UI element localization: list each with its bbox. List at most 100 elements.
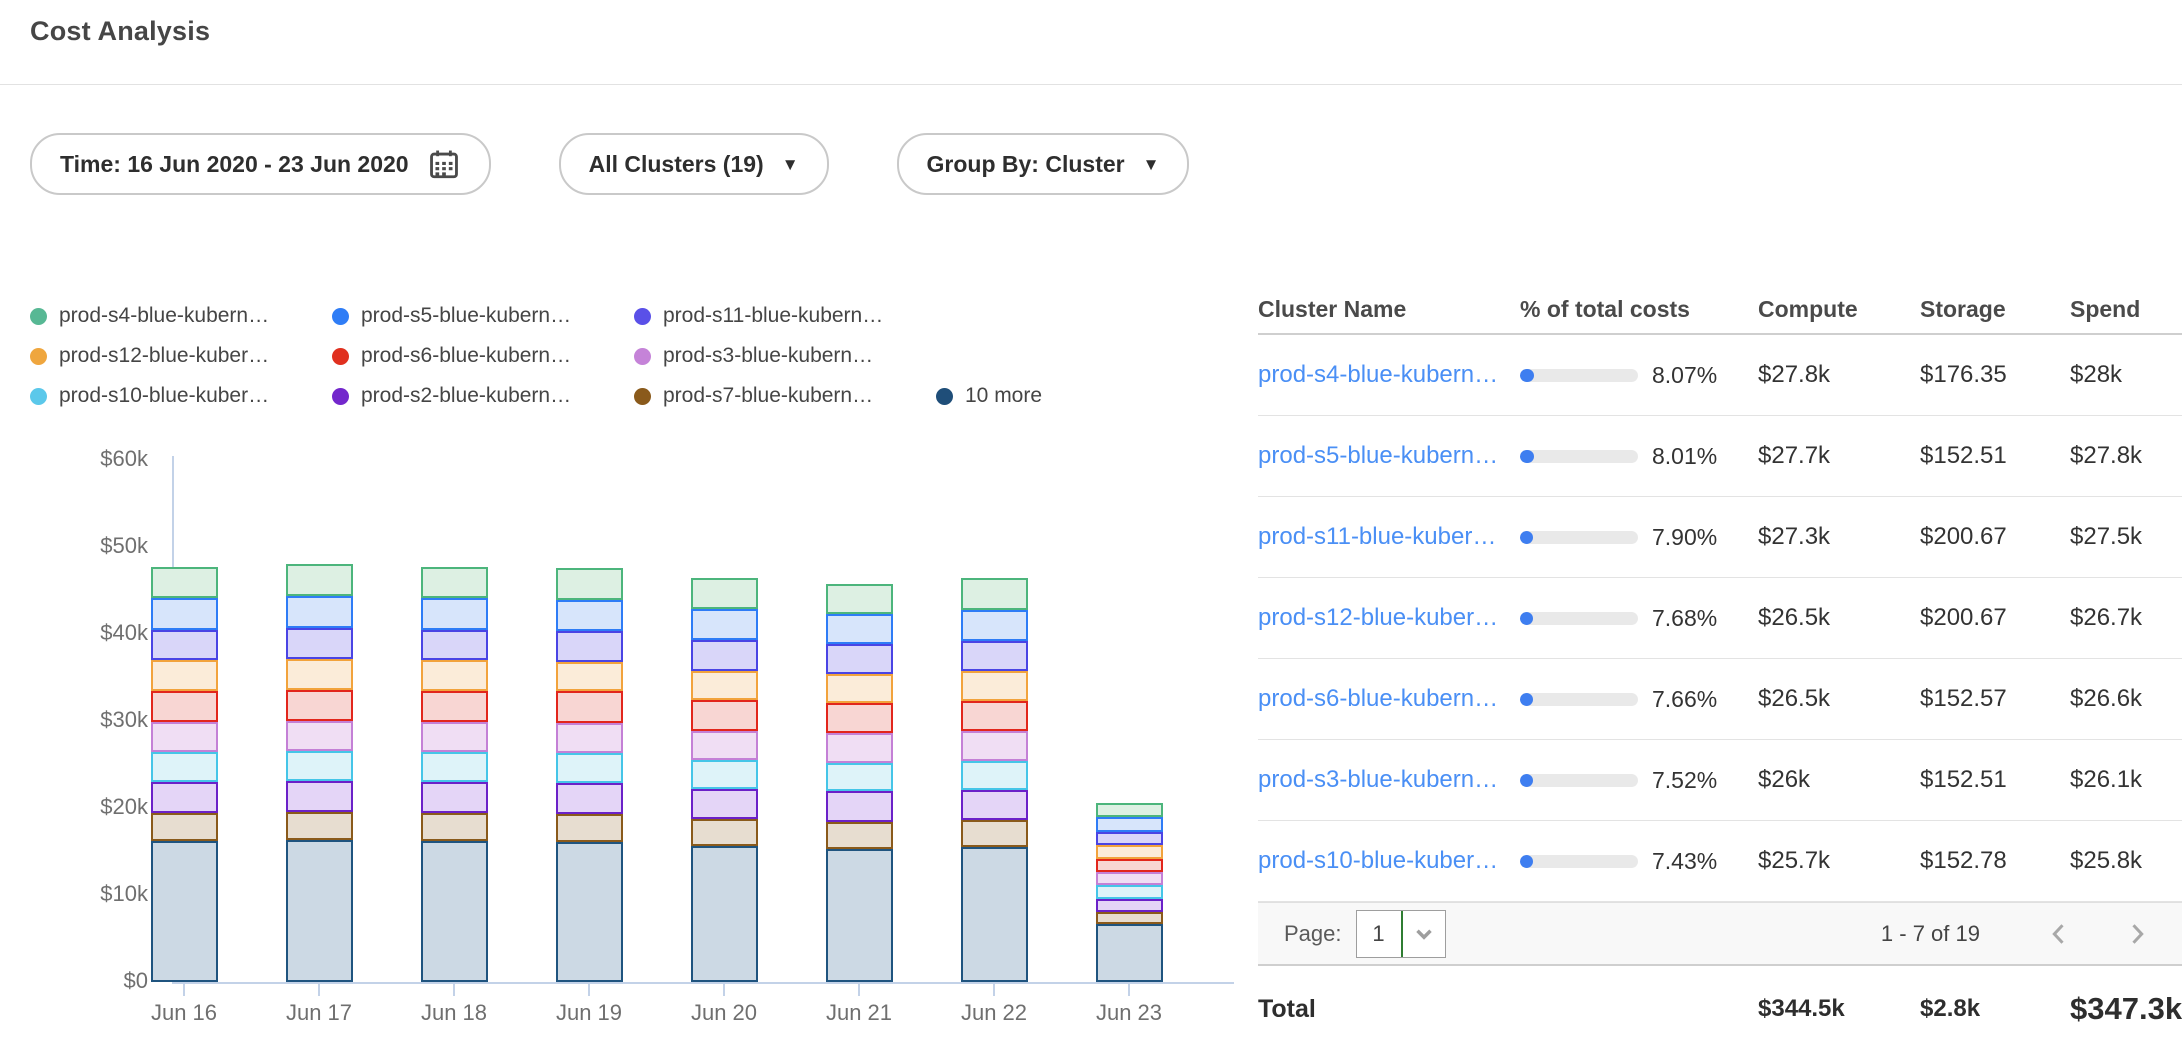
bar-segment-prod-s3[interactable] (691, 731, 758, 761)
stacked-bar-jun-22[interactable] (961, 578, 1028, 982)
bar-segment-prod-s7[interactable] (1096, 912, 1163, 924)
bar-segment-prod-s5[interactable] (691, 609, 758, 640)
bar-segment-10 more[interactable] (826, 849, 893, 982)
bar-segment-prod-s2[interactable] (691, 789, 758, 819)
bar-segment-prod-s11[interactable] (961, 641, 1028, 671)
stacked-bar-jun-17[interactable] (286, 564, 353, 982)
legend-item-prod-s2[interactable]: prod-s2-blue-kubern… (332, 384, 634, 408)
bar-segment-prod-s4[interactable] (151, 567, 218, 598)
bar-segment-prod-s2[interactable] (1096, 899, 1163, 912)
bar-segment-prod-s5[interactable] (286, 596, 353, 628)
bar-segment-prod-s5[interactable] (961, 610, 1028, 641)
bar-segment-10 more[interactable] (556, 842, 623, 982)
page-select[interactable]: 1 (1356, 910, 1446, 958)
bar-segment-prod-s3[interactable] (961, 731, 1028, 761)
bar-segment-prod-s2[interactable] (286, 781, 353, 812)
bar-segment-prod-s12[interactable] (286, 659, 353, 689)
legend-item-prod-s10[interactable]: prod-s10-blue-kuber… (30, 384, 332, 408)
bar-segment-prod-s10[interactable] (421, 752, 488, 782)
bar-segment-prod-s11[interactable] (826, 644, 893, 674)
cluster-name-link[interactable]: prod-s12-blue-kuber… (1258, 604, 1520, 632)
bar-segment-prod-s11[interactable] (286, 628, 353, 659)
stacked-bar-jun-20[interactable] (691, 578, 758, 982)
previous-page-button[interactable] (2044, 919, 2074, 949)
bar-segment-prod-s2[interactable] (961, 790, 1028, 820)
bar-segment-prod-s2[interactable] (421, 782, 488, 813)
bar-segment-prod-s11[interactable] (556, 631, 623, 661)
bar-segment-prod-s6[interactable] (1096, 859, 1163, 873)
bar-segment-prod-s7[interactable] (691, 819, 758, 846)
bar-segment-prod-s5[interactable] (826, 614, 893, 644)
bar-segment-prod-s6[interactable] (421, 691, 488, 722)
bar-segment-prod-s12[interactable] (691, 671, 758, 701)
stacked-bar-jun-23[interactable] (1096, 803, 1163, 982)
legend-item-prod-s4[interactable]: prod-s4-blue-kubern… (30, 304, 332, 328)
stacked-bar-jun-16[interactable] (151, 567, 218, 982)
bar-segment-prod-s7[interactable] (151, 813, 218, 841)
bar-segment-prod-s3[interactable] (421, 722, 488, 752)
cluster-name-link[interactable]: prod-s4-blue-kubern… (1258, 361, 1520, 389)
bar-segment-prod-s11[interactable] (421, 630, 488, 660)
cluster-name-link[interactable]: prod-s3-blue-kubern… (1258, 766, 1520, 794)
stacked-bar-jun-18[interactable] (421, 567, 488, 982)
bar-segment-prod-s6[interactable] (691, 700, 758, 730)
bar-segment-prod-s4[interactable] (421, 567, 488, 598)
legend-item-10 more[interactable]: 10 more (936, 384, 1042, 408)
time-range-filter[interactable]: Time: 16 Jun 2020 - 23 Jun 2020 (30, 133, 491, 195)
bar-segment-prod-s3[interactable] (556, 723, 623, 753)
bar-segment-prod-s4[interactable] (1096, 803, 1163, 817)
bar-segment-prod-s3[interactable] (826, 733, 893, 763)
bar-segment-prod-s4[interactable] (556, 568, 623, 600)
bar-segment-prod-s2[interactable] (556, 783, 623, 814)
bar-segment-10 more[interactable] (151, 841, 218, 982)
bar-segment-prod-s6[interactable] (286, 690, 353, 721)
bar-segment-prod-s5[interactable] (1096, 817, 1163, 832)
stacked-bar-jun-21[interactable] (826, 584, 893, 982)
bar-segment-prod-s12[interactable] (961, 671, 1028, 701)
bar-segment-prod-s10[interactable] (691, 760, 758, 789)
bar-segment-prod-s5[interactable] (151, 598, 218, 629)
bar-segment-prod-s4[interactable] (826, 584, 893, 614)
bar-segment-prod-s2[interactable] (826, 791, 893, 821)
next-page-button[interactable] (2122, 919, 2152, 949)
clusters-filter-dropdown[interactable]: All Clusters (19) ▼ (559, 133, 829, 195)
cluster-name-link[interactable]: prod-s6-blue-kubern… (1258, 685, 1520, 713)
bar-segment-prod-s10[interactable] (1096, 885, 1163, 898)
bar-segment-prod-s7[interactable] (826, 822, 893, 849)
legend-item-prod-s5[interactable]: prod-s5-blue-kubern… (332, 304, 634, 328)
bar-segment-prod-s10[interactable] (286, 751, 353, 781)
bar-segment-prod-s6[interactable] (961, 701, 1028, 731)
legend-item-prod-s3[interactable]: prod-s3-blue-kubern… (634, 344, 873, 368)
bar-segment-prod-s5[interactable] (421, 598, 488, 629)
legend-item-prod-s12[interactable]: prod-s12-blue-kuber… (30, 344, 332, 368)
bar-segment-prod-s5[interactable] (556, 600, 623, 631)
bar-segment-10 more[interactable] (421, 841, 488, 982)
bar-segment-prod-s2[interactable] (151, 782, 218, 813)
legend-item-prod-s11[interactable]: prod-s11-blue-kubern… (634, 304, 883, 328)
legend-item-prod-s6[interactable]: prod-s6-blue-kubern… (332, 344, 634, 368)
bar-segment-prod-s10[interactable] (151, 752, 218, 782)
legend-item-prod-s7[interactable]: prod-s7-blue-kubern… (634, 384, 936, 408)
bar-segment-prod-s10[interactable] (961, 761, 1028, 790)
bar-segment-prod-s11[interactable] (691, 640, 758, 670)
bar-segment-prod-s11[interactable] (151, 630, 218, 660)
bar-segment-prod-s7[interactable] (961, 820, 1028, 847)
bar-segment-prod-s12[interactable] (151, 660, 218, 690)
stacked-bar-jun-19[interactable] (556, 568, 623, 982)
bar-segment-prod-s12[interactable] (1096, 845, 1163, 858)
bar-segment-prod-s4[interactable] (286, 564, 353, 596)
bar-segment-prod-s7[interactable] (286, 812, 353, 840)
bar-segment-prod-s12[interactable] (826, 674, 893, 703)
bar-segment-10 more[interactable] (691, 846, 758, 982)
bar-segment-prod-s12[interactable] (556, 662, 623, 692)
bar-segment-prod-s7[interactable] (556, 814, 623, 842)
bar-segment-prod-s3[interactable] (286, 721, 353, 751)
bar-segment-prod-s6[interactable] (826, 703, 893, 733)
bar-segment-10 more[interactable] (286, 840, 353, 982)
bar-segment-10 more[interactable] (1096, 924, 1163, 982)
bar-segment-prod-s12[interactable] (421, 660, 488, 690)
group-by-dropdown[interactable]: Group By: Cluster ▼ (897, 133, 1190, 195)
cluster-name-link[interactable]: prod-s5-blue-kubern… (1258, 442, 1520, 470)
bar-segment-prod-s10[interactable] (556, 753, 623, 783)
bar-segment-prod-s4[interactable] (691, 578, 758, 609)
